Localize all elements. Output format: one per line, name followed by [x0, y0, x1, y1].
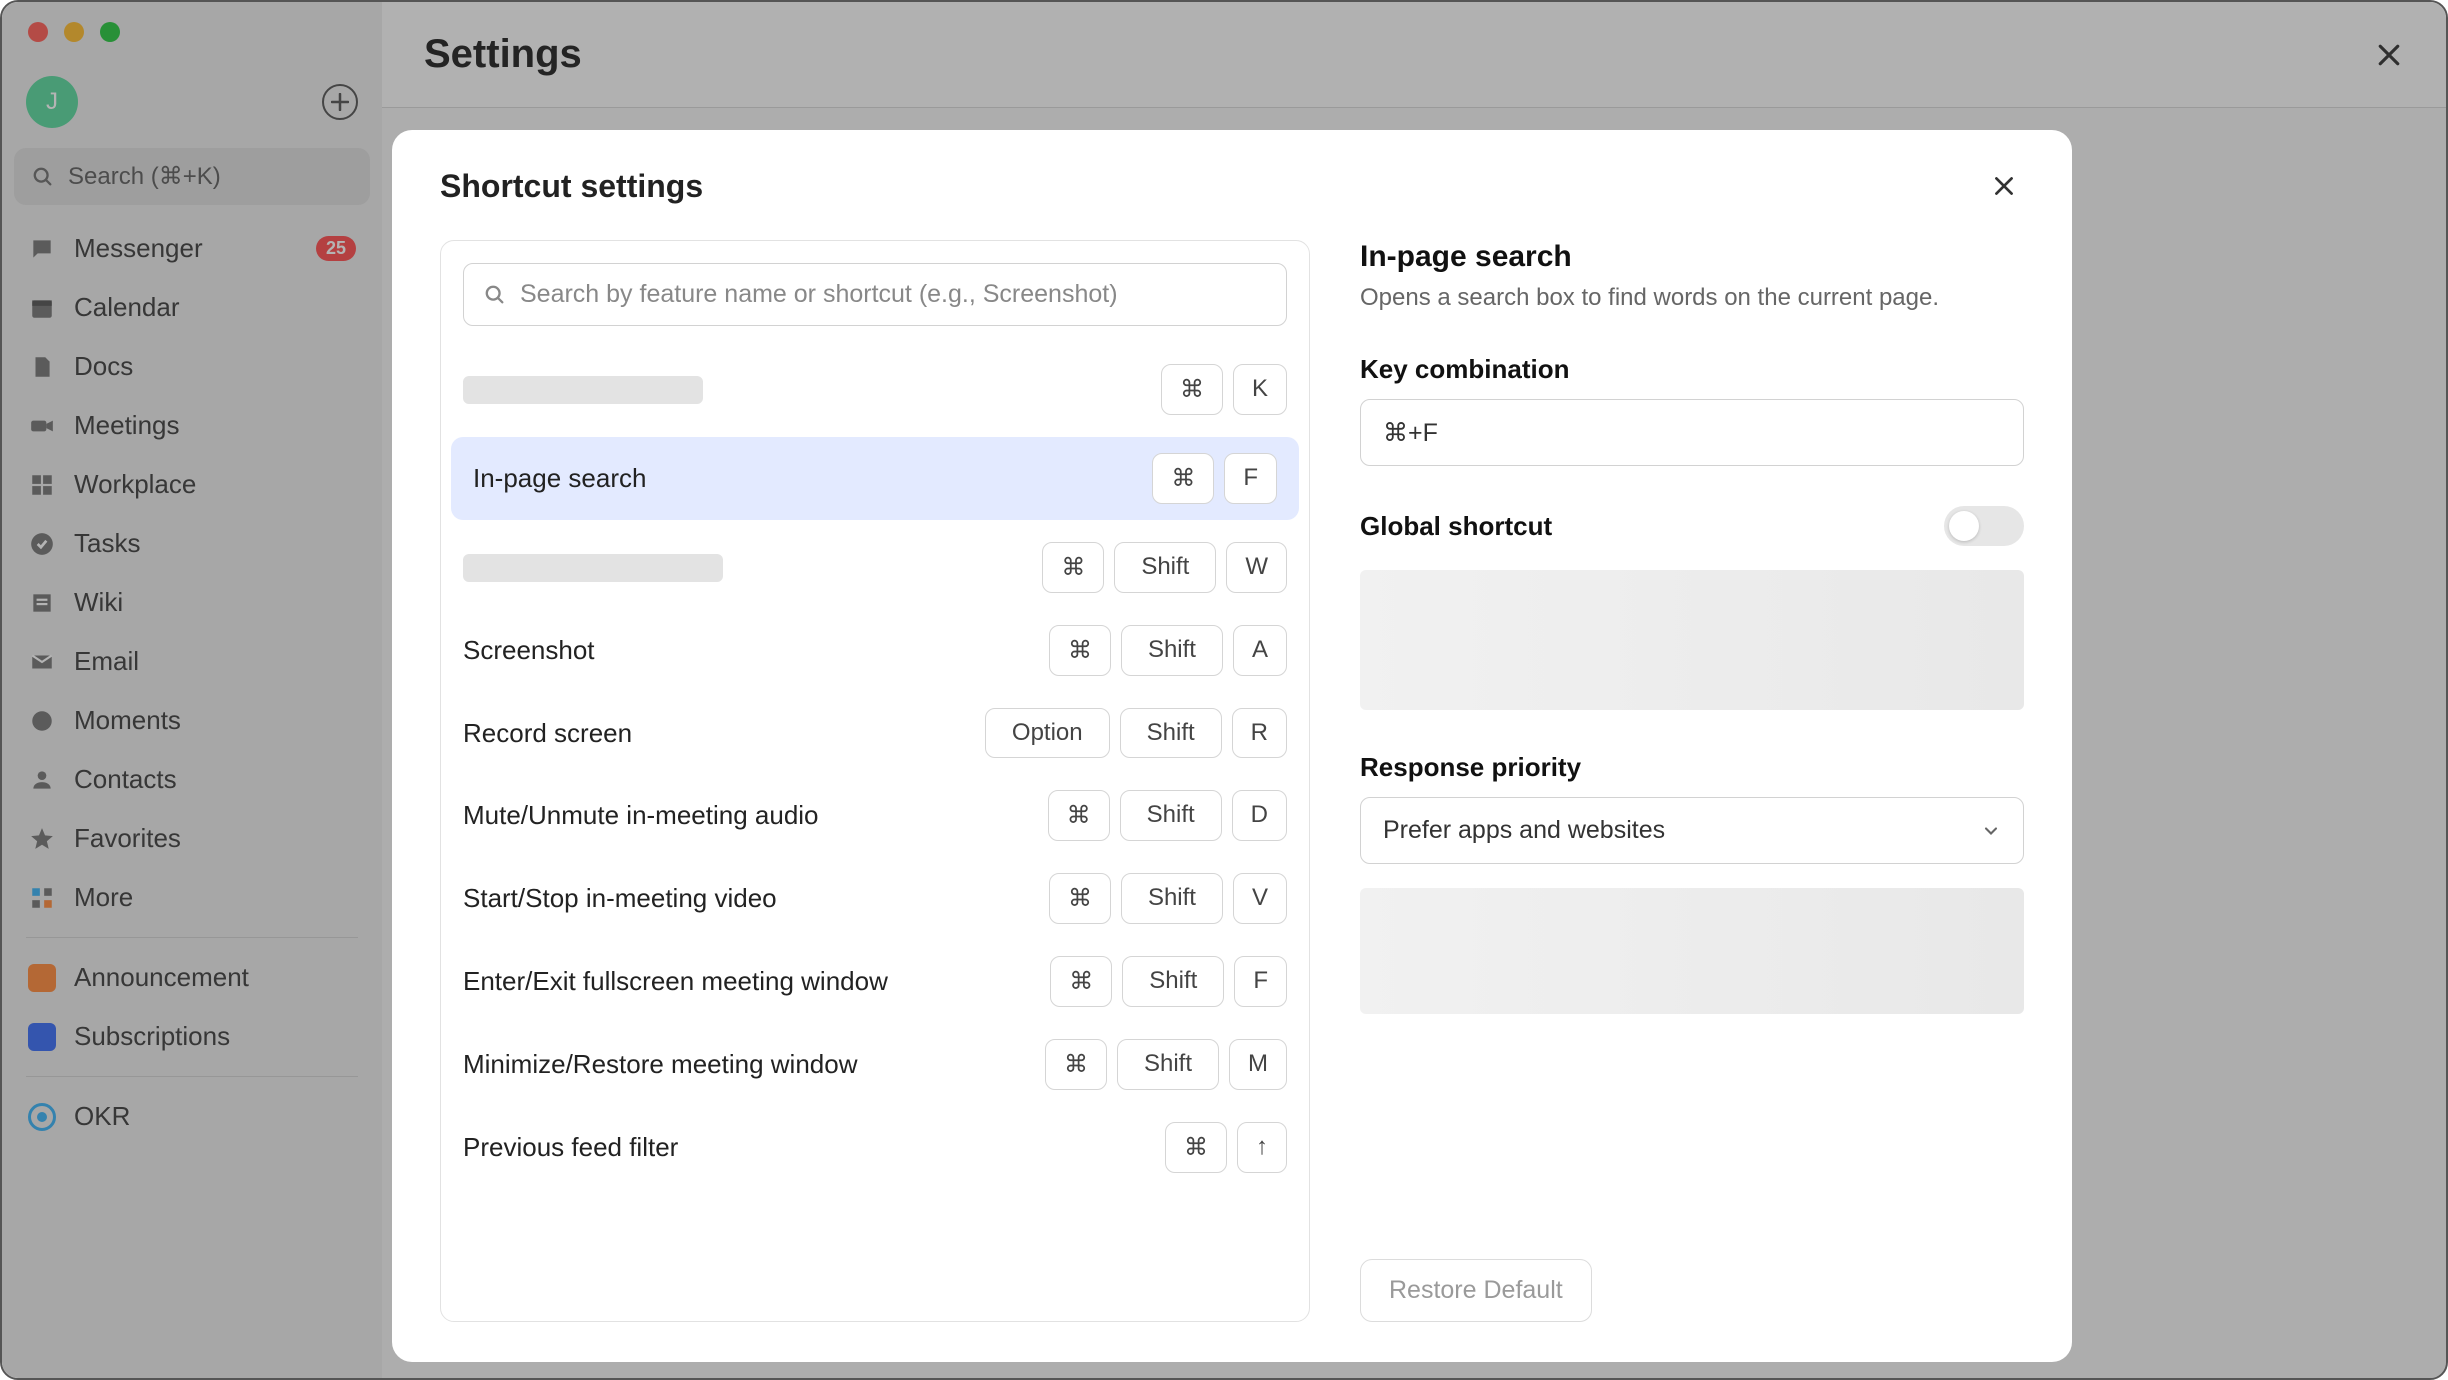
shortcut-row[interactable]: Minimize/Restore meeting window ⌘ShiftM [441, 1023, 1309, 1106]
keyboard-key: Shift [1121, 625, 1223, 676]
shortcut-row-label: Start/Stop in-meeting video [463, 883, 777, 914]
shortcut-row[interactable]: Enter/Exit fullscreen meeting window ⌘Shi… [441, 940, 1309, 1023]
shortcut-row[interactable]: Previous feed filter ⌘↑ [441, 1106, 1309, 1189]
shortcut-keys: ⌘ShiftF [1050, 956, 1287, 1007]
keyboard-key: F [1224, 453, 1277, 504]
shortcut-keys: ⌘ShiftM [1045, 1039, 1287, 1090]
keyboard-key: F [1234, 956, 1287, 1007]
keyboard-key: W [1226, 542, 1287, 593]
shortcut-row-label: Mute/Unmute in-meeting audio [463, 800, 819, 831]
shortcut-keys: OptionShiftR [985, 708, 1287, 758]
skeleton-placeholder [1360, 570, 2024, 710]
chevron-down-icon [1981, 821, 2001, 841]
shortcut-keys: ⌘ShiftD [1048, 790, 1287, 841]
keyboard-key: Shift [1120, 790, 1222, 841]
shortcut-row[interactable]: Record screen OptionShiftR [441, 692, 1309, 774]
shortcut-row[interactable]: In-page search ⌘F [451, 437, 1299, 520]
keyboard-key: ⌘ [1152, 453, 1214, 504]
detail-description: Opens a search box to find words on the … [1360, 284, 2024, 312]
keyboard-key: ⌘ [1161, 364, 1223, 415]
response-priority-label: Response priority [1360, 752, 2024, 783]
skeleton-placeholder [463, 554, 723, 582]
shortcut-search[interactable] [463, 263, 1287, 326]
global-shortcut-label: Global shortcut [1360, 511, 1552, 542]
shortcut-keys: ⌘↑ [1165, 1122, 1287, 1173]
shortcut-list: ⌘KIn-page search⌘F⌘ShiftWScreenshot⌘Shif… [441, 348, 1309, 1321]
shortcut-row[interactable]: ⌘ShiftW [441, 526, 1309, 609]
shortcut-keys: ⌘F [1152, 453, 1277, 504]
response-priority-select[interactable]: Prefer apps and websites [1360, 797, 2024, 864]
shortcut-row-label: In-page search [473, 463, 646, 494]
keyboard-key: M [1229, 1039, 1287, 1090]
modal-title: Shortcut settings [440, 168, 703, 205]
shortcut-keys: ⌘ShiftV [1049, 873, 1287, 924]
keyboard-key: Shift [1117, 1039, 1219, 1090]
global-shortcut-toggle[interactable] [1944, 506, 2024, 546]
key-combination-input[interactable] [1360, 399, 2024, 466]
keyboard-key: ↑ [1237, 1122, 1287, 1173]
shortcut-detail-panel: In-page search Opens a search box to fin… [1360, 240, 2024, 1322]
shortcut-keys: ⌘ShiftW [1042, 542, 1287, 593]
shortcut-keys: ⌘K [1161, 364, 1287, 415]
shortcut-row-label: Screenshot [463, 635, 595, 666]
shortcut-row-label: Record screen [463, 718, 632, 749]
shortcut-keys: ⌘ShiftA [1049, 625, 1287, 676]
shortcut-row-label: Minimize/Restore meeting window [463, 1049, 857, 1080]
shortcut-row-label: Previous feed filter [463, 1132, 678, 1163]
keyboard-key: Shift [1120, 708, 1222, 758]
select-value: Prefer apps and websites [1383, 816, 1665, 845]
keyboard-key: Shift [1122, 956, 1224, 1007]
shortcut-list-panel: ⌘KIn-page search⌘F⌘ShiftWScreenshot⌘Shif… [440, 240, 1310, 1322]
shortcut-settings-modal: Shortcut settings ⌘KIn-page search⌘F⌘Shi… [392, 130, 2072, 1362]
shortcut-row[interactable]: Screenshot ⌘ShiftA [441, 609, 1309, 692]
modal-close-button[interactable] [1984, 166, 2024, 206]
keyboard-key: ⌘ [1045, 1039, 1107, 1090]
keyboard-key: R [1232, 708, 1287, 758]
skeleton-placeholder [1360, 888, 2024, 1014]
keyboard-key: ⌘ [1049, 873, 1111, 924]
keyboard-key: A [1233, 625, 1287, 676]
shortcut-row[interactable]: ⌘K [441, 348, 1309, 431]
key-combination-label: Key combination [1360, 354, 2024, 385]
shortcut-row[interactable]: Start/Stop in-meeting video ⌘ShiftV [441, 857, 1309, 940]
shortcut-row-label: Enter/Exit fullscreen meeting window [463, 966, 888, 997]
keyboard-key: Shift [1114, 542, 1216, 593]
close-icon [1991, 173, 2017, 199]
shortcut-search-input[interactable] [520, 280, 1266, 309]
restore-default-button[interactable]: Restore Default [1360, 1259, 1592, 1322]
skeleton-placeholder [463, 376, 703, 404]
keyboard-key: ⌘ [1048, 790, 1110, 841]
keyboard-key: ⌘ [1049, 625, 1111, 676]
keyboard-key: ⌘ [1165, 1122, 1227, 1173]
detail-title: In-page search [1360, 240, 2024, 274]
shortcut-row[interactable]: Mute/Unmute in-meeting audio ⌘ShiftD [441, 774, 1309, 857]
keyboard-key: Option [985, 708, 1110, 758]
keyboard-key: D [1232, 790, 1287, 841]
search-icon [484, 284, 506, 306]
keyboard-key: ⌘ [1042, 542, 1104, 593]
keyboard-key: K [1233, 364, 1287, 415]
keyboard-key: ⌘ [1050, 956, 1112, 1007]
keyboard-key: Shift [1121, 873, 1223, 924]
keyboard-key: V [1233, 873, 1287, 924]
